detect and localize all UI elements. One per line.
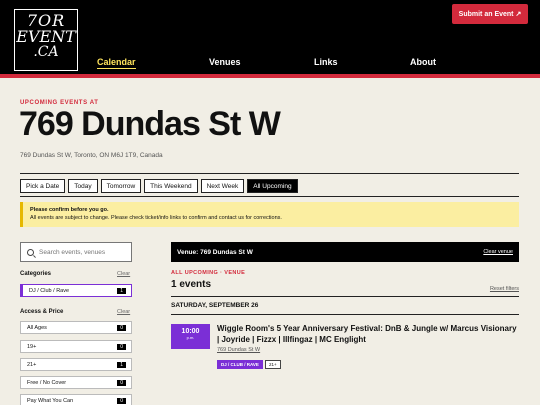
divider bbox=[171, 296, 519, 297]
categories-heading: Categories bbox=[20, 271, 52, 277]
results-meta: ALL UPCOMING · VENUE bbox=[171, 270, 246, 276]
search-icon bbox=[27, 248, 34, 256]
divider bbox=[171, 314, 519, 315]
results-count: 1 events bbox=[171, 279, 212, 290]
event-title-link[interactable]: Wiggle Room's 5 Year Anniversary Festiva… bbox=[217, 323, 517, 345]
event-time: 10:00 bbox=[181, 328, 200, 335]
access-option-free[interactable]: Free / No Cover 0 bbox=[20, 376, 132, 389]
clear-venue-link[interactable]: Clear venue bbox=[483, 249, 513, 255]
venue-filter-label: Venue: 769 Dundas St W bbox=[177, 248, 253, 256]
venue-filter-bar: Venue: 769 Dundas St W Clear venue bbox=[171, 242, 519, 262]
categories-clear-link[interactable]: Clear bbox=[117, 271, 130, 277]
search-input[interactable] bbox=[39, 248, 129, 256]
site-header: 7OR EVENT .CA Submit an Event ↗ Calendar… bbox=[0, 0, 540, 78]
event-time-badge: 10:00 p.m. bbox=[171, 324, 210, 349]
submit-event-button[interactable]: Submit an Event ↗ bbox=[452, 4, 528, 24]
event-ampm: p.m. bbox=[186, 335, 195, 341]
confirm-notice: Please confirm before you go. All events… bbox=[20, 202, 519, 227]
filter-this-weekend[interactable]: This Weekend bbox=[144, 179, 198, 193]
date-filter-bar: Pick a Date Today Tomorrow This Weekend … bbox=[20, 179, 298, 193]
option-label: Free / No Cover bbox=[27, 379, 67, 386]
option-label: 19+ bbox=[27, 343, 37, 350]
filter-today[interactable]: Today bbox=[68, 179, 98, 193]
option-count: 0 bbox=[117, 398, 126, 404]
divider bbox=[20, 196, 519, 197]
access-option-pwyc[interactable]: Pay What You Can 0 bbox=[20, 394, 132, 405]
option-label: DJ / Club / Rave bbox=[29, 287, 70, 294]
logo-line-2: EVENT bbox=[16, 27, 76, 46]
notice-body: All events are subject to change. Please… bbox=[30, 215, 282, 222]
nav-calendar[interactable]: Calendar bbox=[97, 57, 136, 69]
filter-next-week[interactable]: Next Week bbox=[200, 179, 245, 193]
option-count: 1 bbox=[117, 288, 126, 294]
notice-title: Please confirm before you go. bbox=[30, 207, 109, 213]
option-label: All Ages bbox=[27, 324, 47, 331]
nav-venues[interactable]: Venues bbox=[209, 57, 241, 67]
option-count: 0 bbox=[117, 344, 126, 350]
access-option-19-plus[interactable]: 19+ 0 bbox=[20, 340, 132, 353]
age-tag: 21+ bbox=[265, 360, 281, 369]
date-heading: SATURDAY, SEPTEMBER 26 bbox=[171, 302, 259, 309]
main-nav: Calendar Venues Links About bbox=[0, 57, 540, 71]
access-heading: Access & Price bbox=[20, 309, 64, 315]
option-count: 0 bbox=[117, 380, 126, 386]
option-label: 21+ bbox=[27, 361, 37, 368]
page-title: 769 Dundas St W bbox=[19, 105, 281, 143]
event-venue-link[interactable]: 769 Dundas St W bbox=[217, 347, 260, 353]
venue-address: 769 Dundas St W, Toronto, ON M6J 1T9, Ca… bbox=[20, 152, 163, 159]
access-option-all-ages[interactable]: All Ages 0 bbox=[20, 321, 132, 334]
option-count: 1 bbox=[117, 362, 126, 368]
option-label: Pay What You Can bbox=[27, 397, 74, 404]
reset-filters-link[interactable]: Reset filters bbox=[490, 286, 519, 292]
filter-pick-date[interactable]: Pick a Date bbox=[20, 179, 66, 193]
divider bbox=[20, 173, 519, 174]
nav-about[interactable]: About bbox=[410, 57, 436, 67]
access-option-21-plus[interactable]: 21+ 1 bbox=[20, 358, 132, 371]
option-count: 0 bbox=[117, 325, 126, 331]
genre-tag: DJ / CLUB / RAVE bbox=[217, 360, 263, 369]
access-clear-link[interactable]: Clear bbox=[117, 309, 130, 315]
filter-tomorrow[interactable]: Tomorrow bbox=[100, 179, 142, 193]
category-option-dj-club-rave[interactable]: DJ / Club / Rave 1 bbox=[20, 284, 132, 297]
search-box[interactable] bbox=[20, 242, 132, 262]
filter-all-upcoming[interactable]: All Upcoming bbox=[247, 179, 298, 193]
nav-links[interactable]: Links bbox=[314, 57, 338, 67]
